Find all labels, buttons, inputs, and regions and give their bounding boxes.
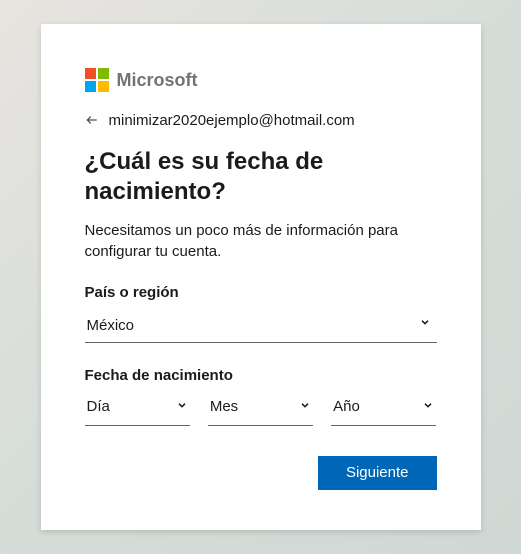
next-button[interactable]: Siguiente: [318, 456, 437, 490]
page-description: Necesitamos un poco más de información p…: [85, 221, 437, 262]
dob-day-select[interactable]: Día: [85, 392, 190, 426]
dob-year-value: Año: [331, 392, 436, 426]
dob-day-value: Día: [85, 392, 190, 426]
signup-card: Microsoft minimizar2020ejemplo@hotmail.c…: [41, 24, 481, 530]
dob-label: Fecha de nacimiento: [85, 367, 437, 384]
identity-email: minimizar2020ejemplo@hotmail.com: [109, 112, 355, 129]
page-title: ¿Cuál es su fecha de nacimiento?: [85, 147, 437, 207]
identity-row: minimizar2020ejemplo@hotmail.com: [85, 112, 437, 129]
dob-month-select[interactable]: Mes: [208, 392, 313, 426]
brand-name: Microsoft: [117, 70, 198, 91]
dob-row: Día Mes Año: [85, 392, 437, 426]
country-value: México: [85, 309, 437, 343]
back-arrow-icon[interactable]: [85, 113, 99, 129]
dob-month-value: Mes: [208, 392, 313, 426]
brand-row: Microsoft: [85, 68, 437, 92]
microsoft-logo-icon: [85, 68, 109, 92]
dob-year-select[interactable]: Año: [331, 392, 436, 426]
country-select[interactable]: México: [85, 309, 437, 343]
country-label: País o región: [85, 284, 437, 301]
button-row: Siguiente: [85, 456, 437, 490]
